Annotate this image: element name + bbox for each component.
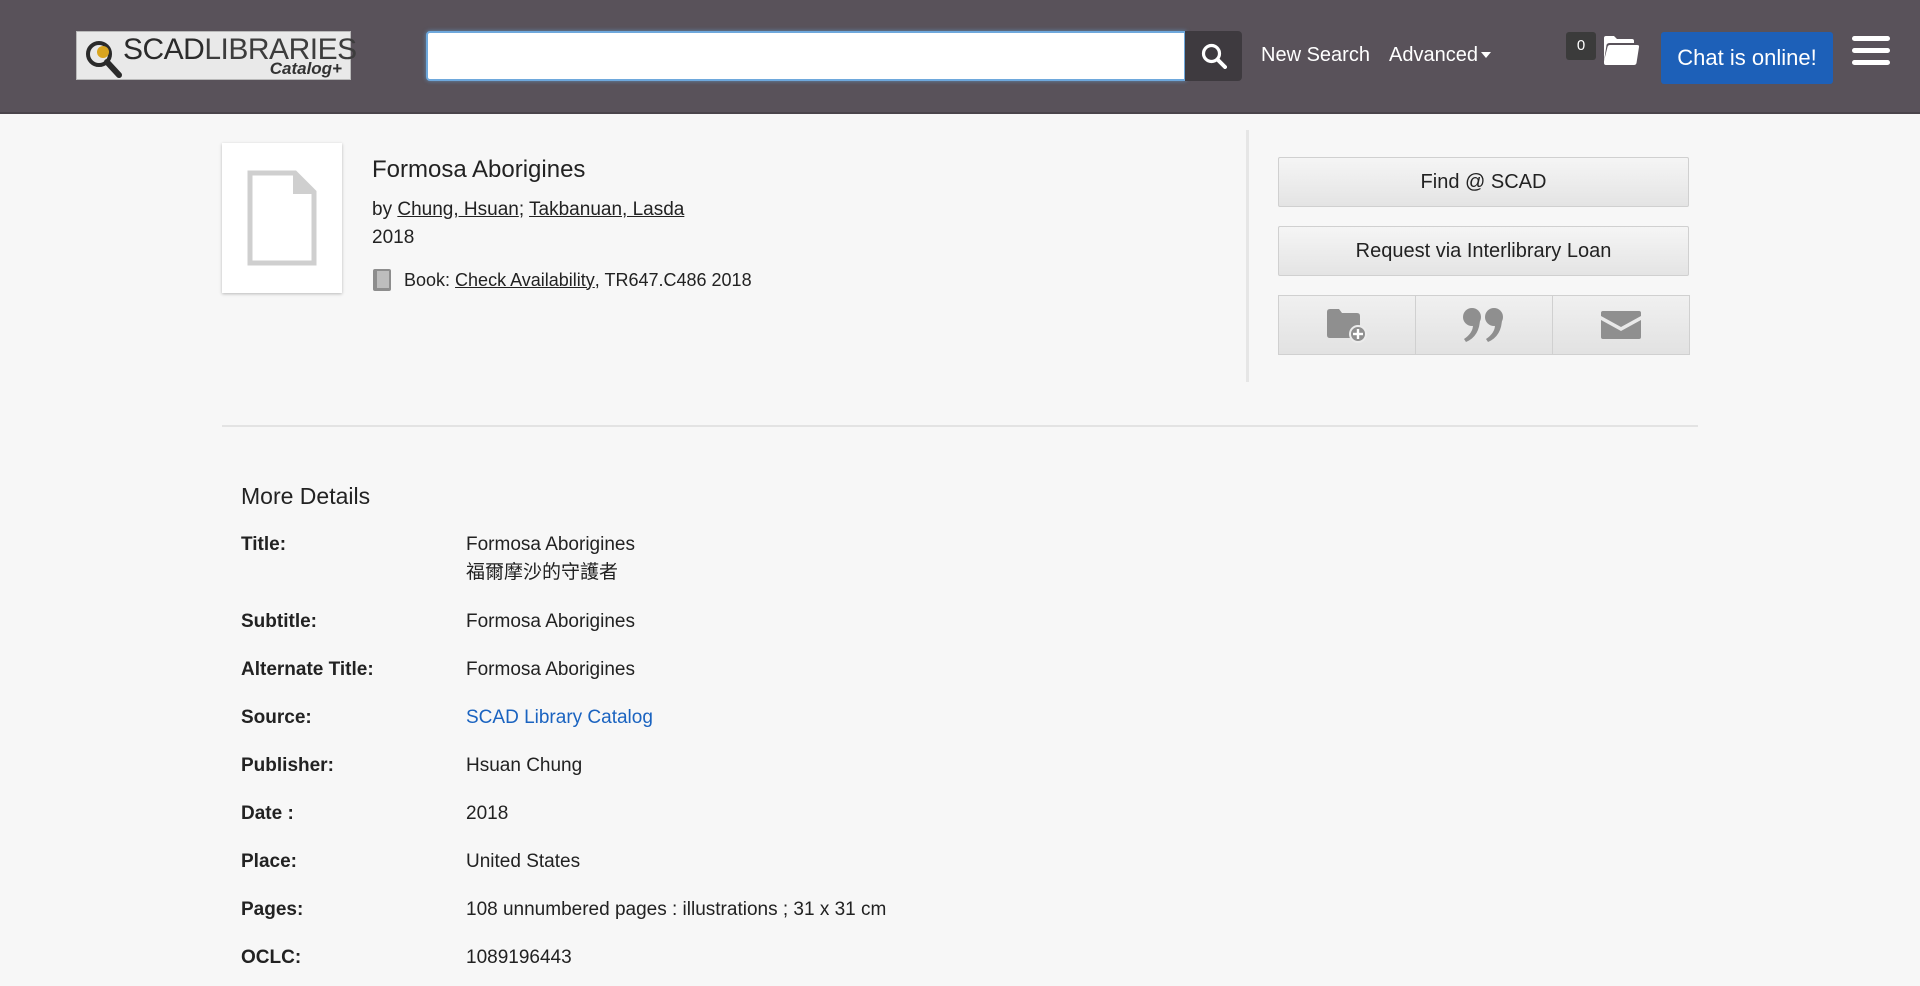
cite-button[interactable]	[1416, 295, 1553, 355]
title-english: Formosa Aborigines	[466, 534, 635, 555]
by-label: by	[372, 199, 398, 220]
detail-value: Hsuan Chung	[466, 755, 583, 776]
record-format: Book: Check Availability, TR647.C486 201…	[372, 268, 752, 292]
author-link[interactable]: Takbanuan, Lasda	[529, 199, 684, 220]
record-tools-row	[1278, 295, 1690, 355]
caret-down-icon	[1480, 51, 1491, 58]
email-button[interactable]	[1553, 295, 1690, 355]
more-details-heading: More Details	[241, 483, 371, 509]
folder-icon[interactable]	[1602, 33, 1640, 67]
top-header: SCADLIBRARIES Catalog+ New Search Advanc…	[0, 0, 1920, 114]
interlibrary-loan-button[interactable]: Request via Interlibrary Loan	[1278, 226, 1689, 276]
document-icon	[247, 170, 317, 266]
detail-label: Place:	[241, 851, 297, 872]
advanced-search-dropdown[interactable]: Advanced	[1389, 44, 1491, 67]
scad-libraries-logo[interactable]: SCADLIBRARIES Catalog+	[76, 31, 357, 80]
search-button[interactable]	[1185, 31, 1242, 81]
hamburger-bar	[1852, 48, 1890, 53]
detail-value: SCAD Library Catalog	[466, 704, 653, 732]
magnifier-logo-icon	[86, 41, 122, 78]
section-divider	[222, 425, 1698, 427]
call-number: , TR647.C486 2018	[594, 269, 752, 290]
detail-label: Title:	[241, 534, 287, 555]
detail-value: Formosa Aborigines	[466, 611, 635, 632]
detail-value: Formosa Aborigines 福爾摩沙的守護者	[466, 531, 635, 587]
logo-scad: SCAD	[123, 33, 205, 66]
title-chinese: 福爾摩沙的守護者	[466, 562, 619, 583]
detail-label: Publisher:	[241, 755, 334, 776]
detail-value: 108 unnumbered pages : illustrations ; 3…	[466, 899, 887, 920]
detail-value: 2018	[466, 803, 509, 824]
logo-subtitle: Catalog+	[269, 59, 342, 78]
format-label: Book:	[404, 269, 451, 290]
search-input[interactable]	[426, 31, 1186, 81]
email-icon	[1601, 311, 1641, 339]
cover-thumbnail	[222, 143, 342, 293]
detail-label: Source:	[241, 707, 312, 728]
add-to-folder-icon	[1327, 309, 1367, 343]
detail-value: 1089196443	[466, 947, 572, 968]
record-year: 2018	[372, 227, 415, 248]
detail-label: Subtitle:	[241, 611, 317, 632]
detail-label: Date :	[241, 803, 294, 824]
advanced-label: Advanced	[1389, 44, 1478, 66]
source-link[interactable]: SCAD Library Catalog	[466, 707, 653, 728]
saved-items-count-badge: 0	[1566, 32, 1596, 60]
hamburger-bar	[1852, 36, 1890, 41]
author-separator: ;	[518, 199, 530, 220]
chat-online-button[interactable]: Chat is online!	[1661, 32, 1833, 84]
detail-value: United States	[466, 851, 581, 872]
check-availability-link[interactable]: Check Availability	[455, 270, 595, 291]
detail-label: Pages:	[241, 899, 304, 920]
new-search-link[interactable]: New Search	[1261, 44, 1370, 67]
detail-value: Formosa Aborigines	[466, 659, 635, 680]
record-authors: by Chung, Hsuan; Takbanuan, Lasda	[372, 199, 684, 221]
hamburger-bar	[1852, 60, 1890, 65]
detail-label: OCLC:	[241, 947, 302, 968]
cite-quote-icon	[1463, 308, 1503, 342]
book-icon	[373, 269, 391, 291]
author-link[interactable]: Chung, Hsuan	[397, 199, 518, 220]
add-to-folder-button[interactable]	[1278, 295, 1416, 355]
find-at-scad-button[interactable]: Find @ SCAD	[1278, 157, 1689, 207]
detail-label: Alternate Title:	[241, 659, 374, 680]
hamburger-menu-icon[interactable]	[1852, 36, 1890, 66]
search-icon	[1201, 43, 1227, 69]
record-title: Formosa Aborigines	[372, 156, 586, 183]
